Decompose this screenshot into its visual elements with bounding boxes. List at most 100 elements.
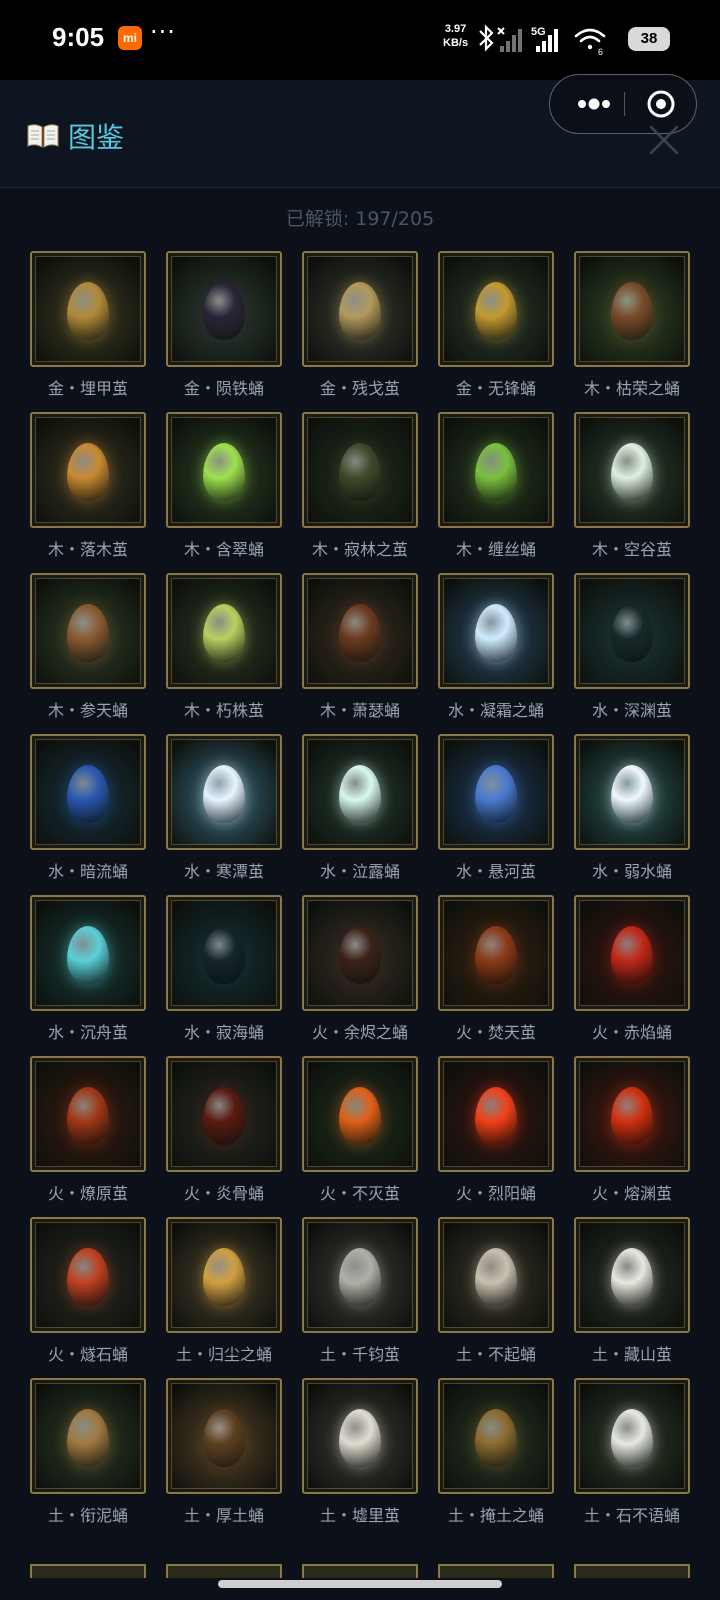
more-options-button[interactable] bbox=[562, 75, 626, 133]
cocoon-image[interactable] bbox=[166, 412, 282, 528]
collection-card[interactable]: 金・无锋蛹 bbox=[438, 251, 554, 399]
collection-card[interactable]: 水・深渊茧 bbox=[574, 573, 690, 721]
cocoon-image[interactable] bbox=[166, 895, 282, 1011]
status-bar: 9:05 mi ··· 3.97 KB/s 5G 6 38 bbox=[0, 0, 720, 80]
cocoon-image[interactable] bbox=[30, 895, 146, 1011]
cocoon-image[interactable] bbox=[574, 412, 690, 528]
cocoon-image[interactable] bbox=[574, 1217, 690, 1333]
collection-card[interactable]: 火・熔渊茧 bbox=[574, 1056, 690, 1204]
cocoon-image[interactable] bbox=[166, 1217, 282, 1333]
collection-card[interactable]: 火・余烬之蛹 bbox=[302, 895, 418, 1043]
cocoon-image[interactable] bbox=[438, 1217, 554, 1333]
cocoon-image[interactable] bbox=[574, 1378, 690, 1494]
collection-card[interactable]: 水・悬河茧 bbox=[438, 734, 554, 882]
cocoon-image[interactable] bbox=[574, 1056, 690, 1172]
cocoon-image[interactable] bbox=[302, 734, 418, 850]
cocoon-name: 木・空谷茧 bbox=[591, 540, 672, 559]
cocoon-icon bbox=[339, 604, 381, 663]
cocoon-image[interactable] bbox=[166, 573, 282, 689]
cocoon-image[interactable] bbox=[438, 1378, 554, 1494]
collection-card[interactable]: 金・陨铁蛹 bbox=[166, 251, 282, 399]
cocoon-name: 木・缠丝蛹 bbox=[455, 540, 536, 559]
collection-card[interactable]: 水・寂海蛹 bbox=[166, 895, 282, 1043]
cocoon-image[interactable] bbox=[574, 734, 690, 850]
collection-card[interactable]: 木・参天蛹 bbox=[30, 573, 146, 721]
cocoon-image[interactable] bbox=[302, 1217, 418, 1333]
cocoon-image[interactable] bbox=[574, 251, 690, 367]
collection-card[interactable]: 水・寒潭茧 bbox=[166, 734, 282, 882]
cocoon-image[interactable] bbox=[574, 573, 690, 689]
cocoon-icon bbox=[67, 765, 109, 824]
cocoon-image[interactable] bbox=[302, 895, 418, 1011]
collection-card[interactable]: 火・焚天茧 bbox=[438, 895, 554, 1043]
cocoon-image[interactable] bbox=[438, 734, 554, 850]
collection-card[interactable]: 金・残戈茧 bbox=[302, 251, 418, 399]
cocoon-image[interactable] bbox=[166, 251, 282, 367]
cocoon-image[interactable] bbox=[438, 895, 554, 1011]
cocoon-icon bbox=[339, 282, 381, 341]
card-peek[interactable] bbox=[166, 1564, 282, 1578]
cocoon-image[interactable] bbox=[30, 251, 146, 367]
collection-card[interactable]: 木・枯荣之蛹 bbox=[574, 251, 690, 399]
cocoon-icon bbox=[339, 1248, 381, 1307]
collection-card[interactable]: 土・石不语蛹 bbox=[574, 1378, 690, 1526]
collection-card[interactable]: 土・藏山茧 bbox=[574, 1217, 690, 1365]
collection-card[interactable]: 土・厚土蛹 bbox=[166, 1378, 282, 1526]
cocoon-image[interactable] bbox=[30, 573, 146, 689]
collection-card[interactable]: 木・空谷茧 bbox=[574, 412, 690, 560]
collection-card[interactable]: 水・暗流蛹 bbox=[30, 734, 146, 882]
network-speed: 3.97 KB/s bbox=[443, 22, 468, 50]
collection-card[interactable]: 火・燧石蛹 bbox=[30, 1217, 146, 1365]
cocoon-image[interactable] bbox=[30, 1378, 146, 1494]
collection-card[interactable]: 木・朽株茧 bbox=[166, 573, 282, 721]
collection-card[interactable]: 土・千钧茧 bbox=[302, 1217, 418, 1365]
cocoon-image[interactable] bbox=[302, 573, 418, 689]
cocoon-image[interactable] bbox=[302, 412, 418, 528]
cocoon-image[interactable] bbox=[438, 251, 554, 367]
collection-card[interactable]: 水・弱水蛹 bbox=[574, 734, 690, 882]
cocoon-image[interactable] bbox=[30, 734, 146, 850]
collection-card[interactable]: 水・泣露蛹 bbox=[302, 734, 418, 882]
collection-card[interactable]: 土・墟里茧 bbox=[302, 1378, 418, 1526]
cocoon-image[interactable] bbox=[30, 1217, 146, 1333]
card-peek[interactable] bbox=[30, 1564, 146, 1578]
collection-card[interactable]: 水・凝霜之蛹 bbox=[438, 573, 554, 721]
card-peek[interactable] bbox=[302, 1564, 418, 1578]
collection-card[interactable]: 木・寂林之茧 bbox=[302, 412, 418, 560]
close-icon[interactable] bbox=[646, 122, 682, 158]
cocoon-image[interactable] bbox=[302, 251, 418, 367]
cocoon-image[interactable] bbox=[302, 1056, 418, 1172]
cocoon-image[interactable] bbox=[166, 1378, 282, 1494]
collection-card[interactable]: 木・落木茧 bbox=[30, 412, 146, 560]
cocoon-image[interactable] bbox=[302, 1378, 418, 1494]
collection-card[interactable]: 火・燎原茧 bbox=[30, 1056, 146, 1204]
collection-card[interactable]: 木・萧瑟蛹 bbox=[302, 573, 418, 721]
card-peek[interactable] bbox=[438, 1564, 554, 1578]
cocoon-image[interactable] bbox=[30, 1056, 146, 1172]
cocoon-name: 土・石不语蛹 bbox=[583, 1506, 680, 1525]
cocoon-image[interactable] bbox=[166, 1056, 282, 1172]
cocoon-image[interactable] bbox=[30, 412, 146, 528]
cocoon-name: 火・熔渊茧 bbox=[591, 1184, 672, 1203]
collection-card[interactable]: 木・含翠蛹 bbox=[166, 412, 282, 560]
cocoon-image[interactable] bbox=[438, 412, 554, 528]
collection-card[interactable]: 水・沉舟茧 bbox=[30, 895, 146, 1043]
home-indicator[interactable] bbox=[218, 1580, 502, 1588]
cocoon-image[interactable] bbox=[574, 895, 690, 1011]
collection-card[interactable]: 火・烈阳蛹 bbox=[438, 1056, 554, 1204]
cocoon-image[interactable] bbox=[438, 573, 554, 689]
cocoon-image[interactable] bbox=[166, 734, 282, 850]
collection-card[interactable]: 金・埋甲茧 bbox=[30, 251, 146, 399]
cocoon-icon bbox=[611, 282, 653, 341]
cocoon-image[interactable] bbox=[438, 1056, 554, 1172]
cocoon-name: 水・深渊茧 bbox=[591, 701, 672, 720]
collection-card[interactable]: 木・缠丝蛹 bbox=[438, 412, 554, 560]
card-peek[interactable] bbox=[574, 1564, 690, 1578]
collection-card[interactable]: 火・赤焰蛹 bbox=[574, 895, 690, 1043]
collection-card[interactable]: 土・衔泥蛹 bbox=[30, 1378, 146, 1526]
collection-card[interactable]: 土・不起蛹 bbox=[438, 1217, 554, 1365]
collection-card[interactable]: 火・不灭茧 bbox=[302, 1056, 418, 1204]
collection-card[interactable]: 土・掩土之蛹 bbox=[438, 1378, 554, 1526]
collection-card[interactable]: 火・炎骨蛹 bbox=[166, 1056, 282, 1204]
collection-card[interactable]: 土・归尘之蛹 bbox=[166, 1217, 282, 1365]
